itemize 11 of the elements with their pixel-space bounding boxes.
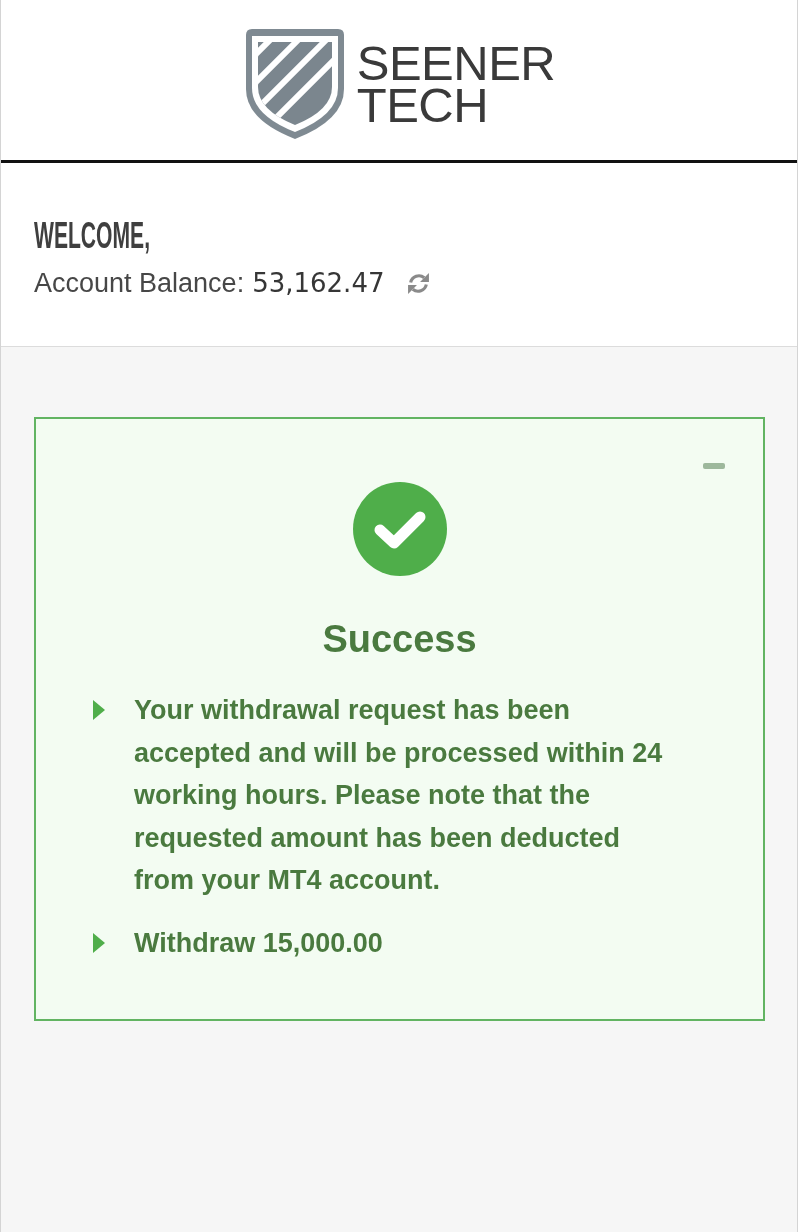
alert-title: Success [322, 617, 477, 662]
triangle-bullet-icon [93, 932, 105, 953]
balance-value: 53,162.47 [252, 267, 385, 300]
alert-message: Your withdrawal request has been accepted and will be processed within 24 working hours. Please note that the requested amount has been deducted from your MT4 account. [134, 694, 664, 897]
check-circle-icon [352, 482, 447, 576]
alert-message: Withdraw 15,000.00 [134, 926, 384, 960]
logo-text: SEENER TECH [356, 41, 556, 126]
welcome-heading: WELCOME, [34, 217, 150, 254]
triangle-bullet-icon [93, 700, 105, 720]
balance-label: Account Balance: [34, 267, 245, 300]
refresh-icon[interactable] [406, 271, 432, 296]
